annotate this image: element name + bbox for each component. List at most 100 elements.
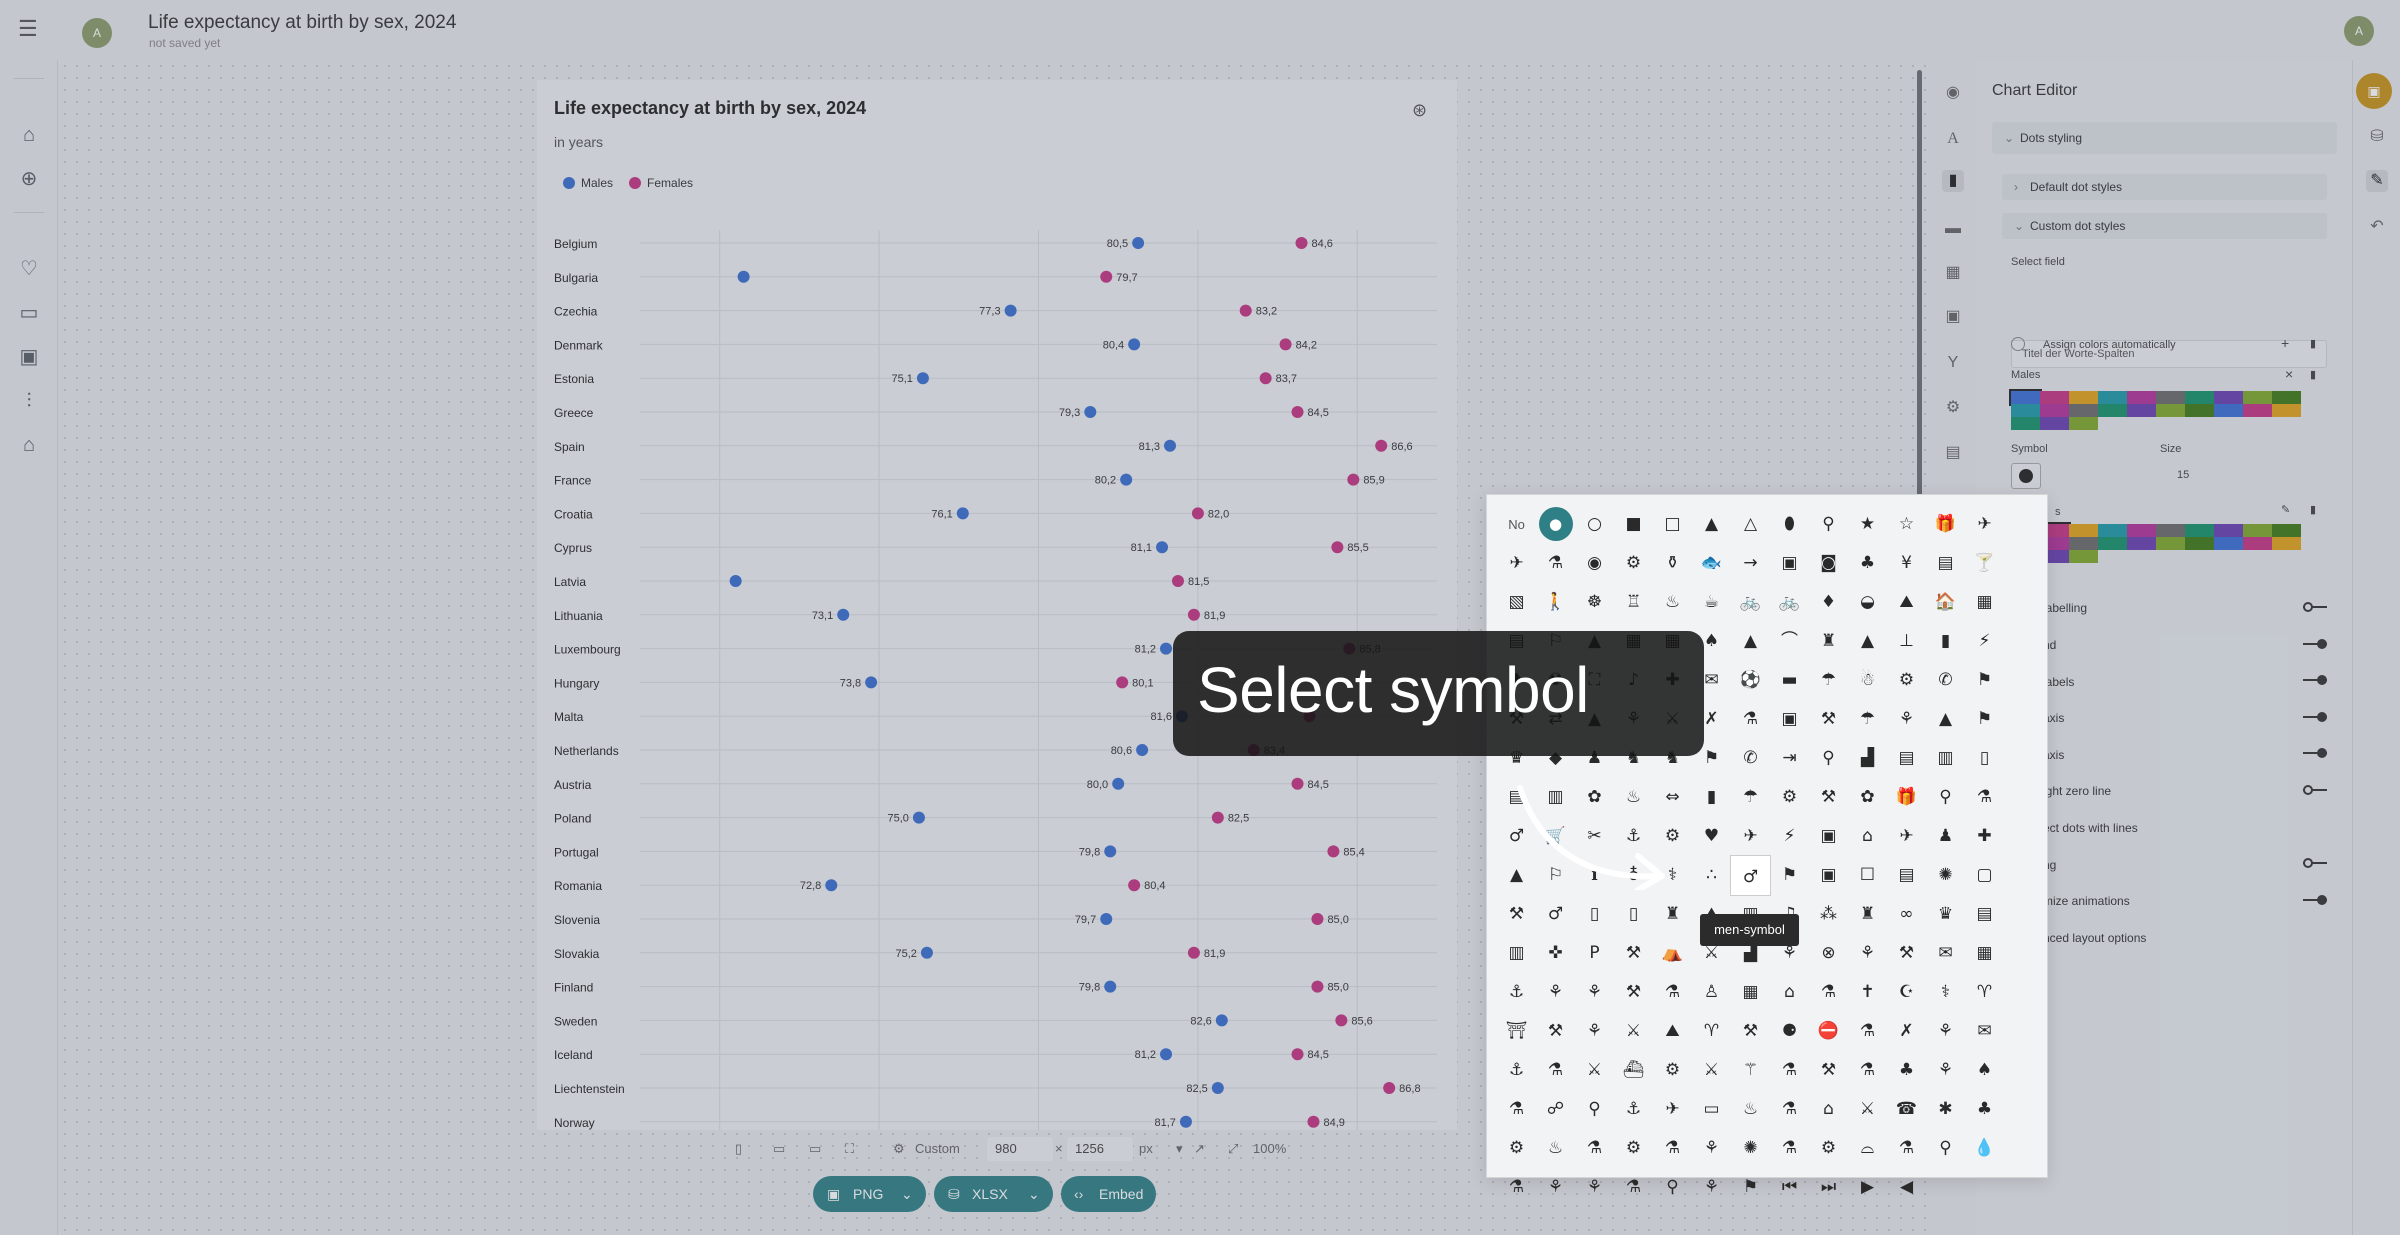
color-swatch[interactable] <box>2185 550 2214 563</box>
symbol-option[interactable]: ▤ <box>1887 856 1926 895</box>
preset-select[interactable]: Custom <box>915 1141 960 1156</box>
color-swatch[interactable] <box>2127 524 2156 537</box>
symbol-option[interactable]: △ <box>1731 505 1770 544</box>
symbol-option[interactable]: ⚽ <box>1731 661 1770 700</box>
symbol-option[interactable]: ⁂ <box>1809 895 1848 934</box>
symbol-option[interactable]: ⚗ <box>1731 700 1770 739</box>
color-swatch[interactable] <box>2098 524 2127 537</box>
symbol-option[interactable]: ⚒ <box>1809 700 1848 739</box>
symbol-option[interactable]: ⚱ <box>1653 544 1692 583</box>
unit-select[interactable]: px <box>1139 1141 1153 1156</box>
mobile-icon[interactable]: ▯ <box>735 1141 742 1157</box>
image-icon[interactable]: ▣ <box>16 344 42 370</box>
save-icon[interactable]: ▣ <box>2356 73 2392 109</box>
symbol-option[interactable]: 🚶 <box>1536 583 1575 622</box>
color-swatch[interactable] <box>2040 417 2069 430</box>
color-swatch[interactable] <box>2040 391 2069 404</box>
symbol-option[interactable]: ⛰ <box>1653 1012 1692 1051</box>
symbol-option[interactable]: ▧ <box>1497 583 1536 622</box>
symbol-option[interactable]: ▤ <box>1965 895 2004 934</box>
symbol-option[interactable]: ☂ <box>1809 661 1848 700</box>
add-icon[interactable]: ⊕ <box>16 166 42 192</box>
symbol-option[interactable]: ⚒ <box>1809 1051 1848 1090</box>
symbol-option[interactable]: ⚘ <box>1575 1168 1614 1207</box>
symbol-option[interactable]: ✈ <box>1653 1090 1692 1129</box>
symbol-option[interactable]: ▶ <box>1848 1168 1887 1207</box>
symbol-option[interactable]: → <box>1731 544 1770 583</box>
symbol-option[interactable]: ⚓ <box>1614 1090 1653 1129</box>
color-swatch[interactable] <box>2156 537 2185 550</box>
symbol-option[interactable]: ✗ <box>1887 1012 1926 1051</box>
graduation-cap-icon[interactable]: ⌂ <box>16 432 42 458</box>
color-swatch[interactable] <box>2156 417 2185 430</box>
symbol-option[interactable]: ⌂ <box>1770 973 1809 1012</box>
color-swatch[interactable] <box>2069 417 2098 430</box>
color-swatch[interactable] <box>2272 550 2301 563</box>
symbol-option[interactable]: ⚲ <box>1809 505 1848 544</box>
color-swatch[interactable] <box>2127 537 2156 550</box>
symbol-option[interactable]: ⚙ <box>1887 661 1926 700</box>
men-symbol-option[interactable]: ♂ <box>1731 856 1770 895</box>
symbol-option[interactable]: ⚘ <box>1536 1168 1575 1207</box>
symbol-option[interactable]: ♜ <box>1809 622 1848 661</box>
symbol-option[interactable]: ♠ <box>1965 1051 2004 1090</box>
symbol-option[interactable]: ○ <box>1575 505 1614 544</box>
desktop-icon[interactable]: ▭ <box>809 1141 821 1157</box>
symbol-option[interactable]: ☸ <box>1575 583 1614 622</box>
symbol-option[interactable]: ⚕ <box>1926 973 1965 1012</box>
canvas-scrollbar[interactable] <box>1917 70 1922 500</box>
custom-dot-styles-section[interactable]: ⌄ Custom dot styles <box>2002 213 2327 239</box>
symbol-option[interactable]: ☐ <box>1848 856 1887 895</box>
symbol-option[interactable]: ▦ <box>1965 934 2004 973</box>
symbol-option[interactable]: ⬮ <box>1770 505 1809 544</box>
symbol-option[interactable]: ⌓ <box>1848 1129 1887 1168</box>
symbol-option[interactable]: ✝ <box>1848 973 1887 1012</box>
symbol-option[interactable]: 🎁 <box>1887 778 1926 817</box>
symbol-option[interactable]: ♜ <box>1848 895 1887 934</box>
tablet-icon[interactable]: ▭ <box>773 1141 785 1157</box>
symbol-option[interactable]: ⚙ <box>1653 1051 1692 1090</box>
symbol-option[interactable]: ▣ <box>1770 544 1809 583</box>
symbol-option[interactable]: ⚚ <box>1731 1051 1770 1090</box>
symbol-option[interactable]: ⚒ <box>1731 1012 1770 1051</box>
symbol-option[interactable]: ⚲ <box>1926 1129 1965 1168</box>
symbol-option[interactable]: ✈ <box>1965 505 2004 544</box>
symbol-option[interactable]: ⛴ <box>1614 1051 1653 1090</box>
symbol-option[interactable]: ⚲ <box>1926 778 1965 817</box>
symbol-option[interactable]: ⚔ <box>1848 1090 1887 1129</box>
color-swatch[interactable] <box>2272 404 2301 417</box>
symbol-option[interactable]: ⚗ <box>1536 544 1575 583</box>
symbol-option[interactable]: ♨ <box>1731 1090 1770 1129</box>
color-swatch[interactable] <box>2069 404 2098 417</box>
symbol-option[interactable]: ✚ <box>1965 817 2004 856</box>
zoom-level[interactable]: 100% <box>1253 1141 1286 1156</box>
symbol-option[interactable]: ⚡ <box>1965 622 2004 661</box>
symbol-option[interactable]: ⚘ <box>1692 1168 1731 1207</box>
color-swatch[interactable] <box>2185 524 2214 537</box>
bar-chart-icon[interactable]: ▮ <box>1942 170 1964 192</box>
symbol-option[interactable]: ▮ <box>1692 778 1731 817</box>
symbol-option[interactable]: ⌒ <box>1770 622 1809 661</box>
symbol-option[interactable]: ♈ <box>1965 973 2004 1012</box>
option-highlight-zero-line[interactable]: ight zero line <box>2043 784 2111 798</box>
color-swatch[interactable] <box>2098 417 2127 430</box>
trash-icon[interactable]: ▮ <box>2310 368 2316 381</box>
symbol-option[interactable]: ♥ <box>1692 817 1731 856</box>
symbol-option[interactable]: ☎ <box>1887 1090 1926 1129</box>
symbol-option[interactable]: 🍸 <box>1965 544 2004 583</box>
symbol-option[interactable]: ⚘ <box>1575 1012 1614 1051</box>
color-swatch[interactable] <box>2214 391 2243 404</box>
sliders-icon[interactable]: ⫶ <box>16 388 42 414</box>
gear-icon[interactable]: ⚙ <box>1942 397 1964 419</box>
option-optimize-animations[interactable]: mize animations <box>2043 894 2130 908</box>
color-swatch[interactable] <box>2185 417 2214 430</box>
color-swatch[interactable] <box>2243 417 2272 430</box>
color-swatch[interactable] <box>2098 404 2127 417</box>
plus-icon[interactable]: + <box>2281 335 2289 351</box>
symbol-option[interactable]: ▣ <box>1770 700 1809 739</box>
symbol-option[interactable]: ⚙ <box>1614 544 1653 583</box>
symbol-option[interactable]: ⚗ <box>1809 973 1848 1012</box>
hamburger-icon[interactable]: ☰ <box>18 18 40 40</box>
symbol-option[interactable]: ⚘ <box>1887 700 1926 739</box>
color-swatch[interactable] <box>2243 404 2272 417</box>
